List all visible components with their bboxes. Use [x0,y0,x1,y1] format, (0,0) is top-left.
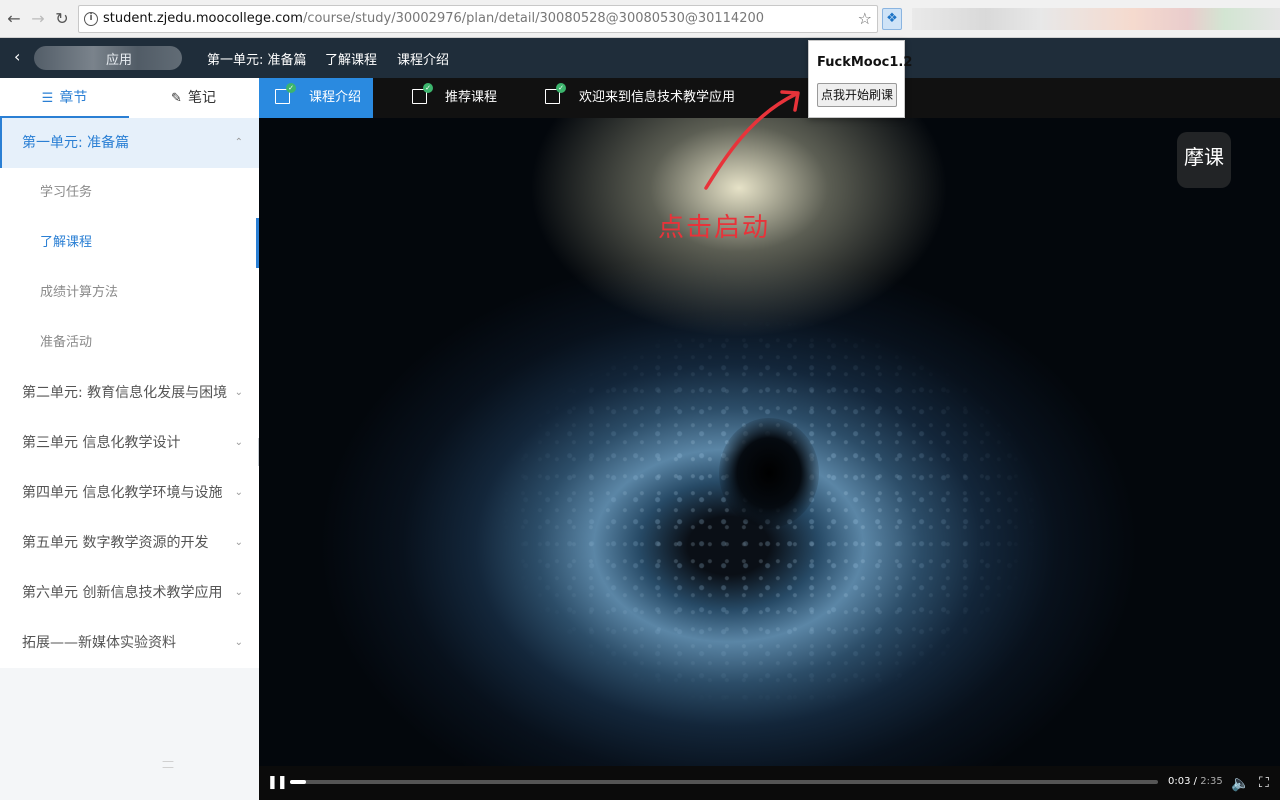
sub-label: 了解课程 [40,235,93,250]
chevron-down-icon: ⌄ [234,637,243,648]
unit-label: 第二单元: 教育信息化发展与困境 [22,385,228,401]
sub-label: 成绩计算方法 [40,285,119,300]
unit-label: 第六单元 创新信息技术教学应用 [22,585,223,601]
breadcrumb-unit[interactable]: 第一单元: 准备篇 [207,49,307,68]
watermark-logo: 摩课 [1177,132,1231,188]
sidebar-tabs: ☰ 章节 ✎ 笔记 [0,78,259,118]
unit-label: 拓展——新媒体实验资料 [22,635,176,651]
sub-label: 学习任务 [40,185,93,200]
tab-chapters[interactable]: ☰ 章节 [0,78,129,118]
chevron-down-icon: ⌄ [234,437,243,448]
back-arrow-icon[interactable]: ← [4,8,24,30]
breadcrumb-section[interactable]: 了解课程 [325,49,377,68]
start-button[interactable]: 点我开始刷课 [817,83,897,107]
pause-icon[interactable]: ❚❚ [267,774,288,792]
blurred-extensions-area [912,8,1280,30]
chevron-down-icon: ⌄ [234,587,243,598]
unit-1-item[interactable]: 第一单元: 准备篇 ⌃ [0,118,259,168]
check-icon: ✓ [423,83,433,93]
chapter-list: 第一单元: 准备篇 ⌃ 学习任务 了解课程 成绩计算方法 准备活动 第二单元: 教… [0,118,259,668]
tab-notes[interactable]: ✎ 笔记 [129,78,258,118]
unit-label: 第四单元 信息化教学环境与设施 [22,485,223,501]
address-bar[interactable]: i student.zjedu.moocollege.com/course/st… [78,5,878,33]
pencil-icon: ✎ [171,91,182,106]
bookmark-star-icon[interactable]: ☆ [858,9,872,28]
chevron-down-icon: ⌄ [234,537,243,548]
chevron-down-icon: ⌄ [234,487,243,498]
resize-handle-icon[interactable]: — — [158,755,178,773]
unit-6-item[interactable]: 第六单元 创新信息技术教学应用 ⌄ [0,568,259,618]
chapter-sidebar: ☰ 章节 ✎ 笔记 第一单元: 准备篇 ⌃ 学习任务 了解课程 成绩计算方法 准备活动… [0,78,259,800]
tab-label: 推荐课程 [445,90,498,105]
extension-popup: FuckMooc1.2 点我开始刷课 [808,40,912,118]
tab-course-intro[interactable]: ✓ 课程介绍 [259,78,373,118]
time-separator: / [1193,776,1198,787]
pdf-doc-icon: ✓ [412,83,433,104]
browser-toolbar: ← → ↻ i student.zjedu.moocollege.com/cou… [0,0,1280,38]
list-icon: ☰ [41,91,54,106]
unit-4-item[interactable]: 第四单元 信息化教学环境与设施 ⌄ [0,468,259,518]
unit-label: 第一单元: 准备篇 [22,135,130,151]
popup-title: FuckMooc1.2 [817,55,913,70]
time-display: 0:03 / 2:35 [1168,776,1223,787]
tab-chapters-label: 章节 [59,90,88,106]
annotation-text: 点击启动 [658,213,771,243]
unit-extension-item[interactable]: 拓展——新媒体实验资料 ⌄ [0,618,259,668]
sidebar-item-prep-activity[interactable]: 准备活动 [0,318,259,368]
annotation-arrow [704,90,800,190]
video-doc-icon: ✓ [275,83,296,104]
tab-notes-label: 笔记 [187,90,216,106]
url-host: student.zjedu.moocollege.com [103,11,303,26]
forward-arrow-icon[interactable]: → [28,8,48,30]
progress-bar[interactable] [290,780,1158,784]
chevron-down-icon: ⌄ [234,387,243,398]
breadcrumb-lesson[interactable]: 课程介绍 [397,49,449,68]
chevron-up-icon: ⌃ [234,137,243,148]
info-icon[interactable]: i [84,12,98,26]
unit-5-item[interactable]: 第五单元 数字教学资源的开发 ⌄ [0,518,259,568]
video-vortex [719,418,819,528]
video-doc-icon: ✓ [545,83,566,104]
sidebar-item-grading[interactable]: 成绩计算方法 [0,268,259,318]
sub-label: 准备活动 [40,335,93,350]
volume-icon[interactable]: 🔈 [1231,774,1250,792]
unit-2-item[interactable]: 第二单元: 教育信息化发展与困境 ⌄ [0,368,259,418]
current-time: 0:03 [1168,776,1191,787]
fullscreen-icon[interactable]: ⛶ [1259,774,1269,792]
back-chevron-icon[interactable]: ‹ [14,47,20,66]
duration: 2:35 [1200,776,1223,787]
progress-fill [290,780,307,784]
sidebar-footer: — — [0,672,259,800]
sidebar-item-course-intro[interactable]: 了解课程 [0,218,259,268]
url-text[interactable]: student.zjedu.moocollege.com/course/stud… [103,11,764,26]
unit-label: 第五单元 数字教学资源的开发 [22,535,209,551]
check-icon: ✓ [286,83,296,93]
tab-recommended[interactable]: ✓ 推荐课程 [404,78,514,118]
url-path: /course/study/30002976/plan/detail/30080… [302,11,765,26]
reload-icon[interactable]: ↻ [52,8,72,30]
sidebar-item-study-tasks[interactable]: 学习任务 [0,168,259,218]
unit-3-item[interactable]: 第三单元 信息化教学设计 ⌄ [0,418,259,468]
unit-label: 第三单元 信息化教学设计 [22,435,181,451]
course-header: ‹ 应用 第一单元: 准备篇 了解课程 课程介绍 [0,38,1280,78]
check-icon: ✓ [556,83,566,93]
tab-label: 课程介绍 [309,90,362,105]
course-title-suffix: 应用 [106,53,133,68]
extension-icon[interactable]: ❖ [882,8,902,30]
